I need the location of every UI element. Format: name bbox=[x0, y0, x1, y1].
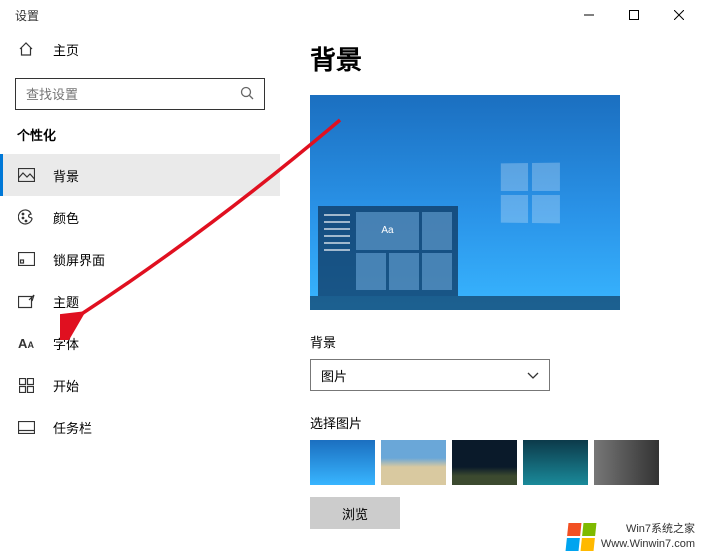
home-icon bbox=[17, 40, 35, 58]
picture-thumb[interactable] bbox=[310, 440, 375, 485]
picture-icon bbox=[17, 166, 35, 184]
windows-logo-icon bbox=[565, 523, 596, 551]
section-label: 个性化 bbox=[0, 125, 280, 154]
chevron-down-icon bbox=[527, 368, 539, 383]
theme-icon bbox=[17, 292, 35, 310]
picture-thumb[interactable] bbox=[594, 440, 659, 485]
search-input-wrap[interactable] bbox=[15, 78, 265, 110]
close-button[interactable] bbox=[656, 0, 701, 30]
home-nav[interactable]: 主页 bbox=[0, 30, 280, 68]
preview-start-menu: Aa bbox=[318, 206, 458, 296]
dropdown-value: 图片 bbox=[321, 366, 347, 385]
watermark: Win7系统之家 Www.Winwin7.com bbox=[567, 522, 695, 551]
windows-logo-icon bbox=[501, 163, 560, 224]
sidebar-item-lockscreen[interactable]: 锁屏界面 bbox=[0, 238, 280, 280]
palette-icon bbox=[17, 208, 35, 226]
wallpaper-preview: Aa bbox=[310, 95, 620, 310]
sidebar-item-label: 任务栏 bbox=[53, 418, 92, 437]
browse-button[interactable]: 浏览 bbox=[310, 497, 400, 529]
sidebar-item-label: 背景 bbox=[53, 166, 79, 185]
search-input[interactable] bbox=[26, 87, 240, 102]
home-label: 主页 bbox=[53, 40, 79, 59]
picture-thumb[interactable] bbox=[452, 440, 517, 485]
sidebar: 主页 个性化 背景 bbox=[0, 30, 280, 555]
sidebar-item-background[interactable]: 背景 bbox=[0, 154, 280, 196]
picture-thumb[interactable] bbox=[381, 440, 446, 485]
sidebar-item-fonts[interactable]: AA 字体 bbox=[0, 322, 280, 364]
sidebar-item-label: 开始 bbox=[53, 376, 79, 395]
sidebar-item-taskbar[interactable]: 任务栏 bbox=[0, 406, 280, 448]
sidebar-item-label: 锁屏界面 bbox=[53, 250, 105, 269]
maximize-button[interactable] bbox=[611, 0, 656, 30]
preview-tile: Aa bbox=[356, 212, 419, 250]
window-title: 设置 bbox=[15, 7, 39, 24]
main-panel: 背景 Aa 背景 图片 选择图片 bbox=[280, 30, 701, 555]
taskbar-icon bbox=[17, 418, 35, 436]
picture-thumb[interactable] bbox=[523, 440, 588, 485]
minimize-button[interactable] bbox=[566, 0, 611, 30]
sidebar-item-colors[interactable]: 颜色 bbox=[0, 196, 280, 238]
picture-thumbnails bbox=[310, 440, 671, 485]
sidebar-item-label: 颜色 bbox=[53, 208, 79, 227]
sidebar-item-start[interactable]: 开始 bbox=[0, 364, 280, 406]
sidebar-item-themes[interactable]: 主题 bbox=[0, 280, 280, 322]
sidebar-item-label: 主题 bbox=[53, 292, 79, 311]
search-icon bbox=[240, 86, 254, 103]
lockscreen-icon bbox=[17, 250, 35, 268]
bg-label: 背景 bbox=[310, 332, 671, 351]
background-type-dropdown[interactable]: 图片 bbox=[310, 359, 550, 391]
window-controls bbox=[566, 0, 701, 30]
start-icon bbox=[17, 376, 35, 394]
choose-label: 选择图片 bbox=[310, 413, 671, 432]
preview-taskbar bbox=[310, 296, 620, 310]
font-icon: AA bbox=[17, 334, 35, 352]
page-title: 背景 bbox=[310, 40, 671, 77]
sidebar-item-label: 字体 bbox=[53, 334, 79, 353]
